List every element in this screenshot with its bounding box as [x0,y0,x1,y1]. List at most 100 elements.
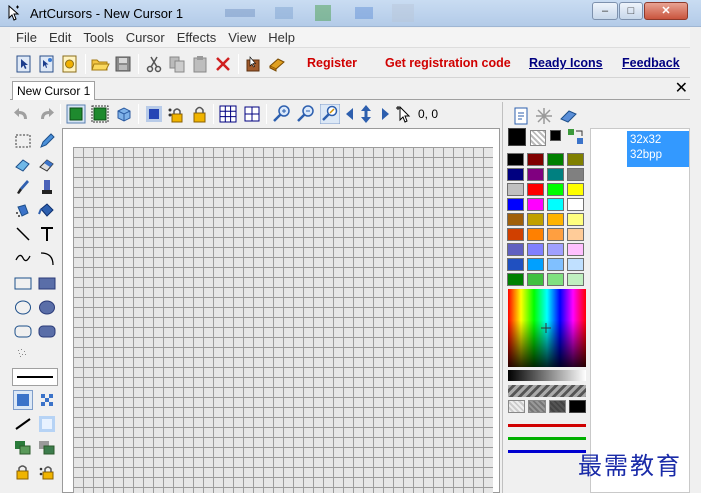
hotspot-cursor-icon[interactable] [394,104,414,124]
maximize-button[interactable]: □ [619,2,643,20]
palette-swatch[interactable] [547,153,564,166]
menu-help[interactable]: Help [262,28,301,48]
lock-icon[interactable] [189,104,209,124]
transparent-color-swatch[interactable] [530,130,546,146]
fill-mode-solid[interactable] [13,390,33,410]
new-animated-cursor-icon[interactable] [37,54,57,74]
palette-swatch[interactable] [547,183,564,196]
text-tool[interactable] [37,224,57,244]
palette-swatch[interactable] [567,153,584,166]
palette-swatch[interactable] [547,273,564,286]
palette-swatch[interactable] [547,228,564,241]
close-tab-button[interactable]: ✕ [675,80,688,98]
palette-swatch[interactable] [567,228,584,241]
zoom-out-icon[interactable] [296,104,316,124]
alpha-swatch[interactable] [568,400,586,413]
line-tool[interactable] [13,224,33,244]
palette-swatch[interactable] [507,198,524,211]
spray-size-icon[interactable] [13,343,33,363]
layer-gray-tool[interactable] [37,438,57,458]
alpha-swatch[interactable] [508,400,526,413]
cut-icon[interactable] [144,54,164,74]
title-bar[interactable]: ArtCursors - New Cursor 1 – □ ✕ [0,0,701,27]
red-slider[interactable] [508,424,586,427]
hotspot-star-icon[interactable] [534,106,554,126]
lock-layer-tool[interactable] [13,462,33,482]
book-icon[interactable] [267,54,287,74]
rectangle-tool[interactable] [13,273,33,293]
layer-green-icon[interactable] [66,104,86,124]
alpha-swatch[interactable] [528,400,546,413]
open-folder-icon[interactable] [90,54,110,74]
pencil-tool[interactable] [37,131,57,151]
palette-swatch[interactable] [527,153,544,166]
palette-swatch[interactable] [567,183,584,196]
size-item-32x32[interactable]: 32x32 32bpp [627,131,689,167]
new-icon-icon[interactable] [60,54,80,74]
line-width-selector[interactable] [12,368,58,386]
fill-mode-pattern[interactable] [37,390,57,410]
filled-rectangle-tool[interactable] [37,273,57,293]
save-icon[interactable] [113,54,133,74]
lock-stars-icon[interactable] [166,104,186,124]
rect-select-tool[interactable] [13,131,33,151]
green-slider[interactable] [508,437,586,440]
palette-swatch[interactable] [527,168,544,181]
3d-box-icon[interactable] [114,104,134,124]
minimize-button[interactable]: – [592,2,618,20]
palette-swatch[interactable] [567,213,584,226]
palette-swatch[interactable] [567,273,584,286]
primary-color-swatch[interactable] [508,128,526,146]
palette-swatch[interactable] [507,273,524,286]
palette-swatch[interactable] [507,213,524,226]
layer-green-tool[interactable] [13,438,33,458]
crosshair-grid-icon[interactable] [242,104,262,124]
palette-swatch[interactable] [547,168,564,181]
palette-swatch[interactable] [507,168,524,181]
brightness-gradient-bar[interactable] [508,370,586,381]
antialias-line-tool[interactable] [13,414,33,434]
zoom-fit-icon[interactable] [320,104,340,124]
brush-tool[interactable] [13,177,33,197]
curve-tool[interactable] [13,248,33,268]
palette-swatch[interactable] [567,168,584,181]
move-right-icon[interactable] [372,104,392,124]
fill-bucket-tool[interactable] [37,200,57,220]
layer-green-selected-icon[interactable] [90,104,110,124]
palette-swatch[interactable] [567,258,584,271]
redo-icon[interactable] [36,104,56,124]
palette-swatch[interactable] [507,153,524,166]
eraser-tool[interactable] [13,154,33,174]
palette-swatch[interactable] [567,243,584,256]
tab-new-cursor-1[interactable]: New Cursor 1 [12,81,96,100]
paint-tube-tool[interactable] [37,177,57,197]
library-icon[interactable] [244,54,264,74]
glow-effect-icon[interactable] [144,104,164,124]
lock-stars-tool[interactable] [37,462,57,482]
palette-swatch[interactable] [527,258,544,271]
rounded-rect-tool[interactable] [13,321,33,341]
menu-tools[interactable]: Tools [77,28,119,48]
color-spectrum-picker[interactable] [508,289,586,367]
get-registration-code-link[interactable]: Get registration code [385,56,511,70]
alpha-gradient-bar[interactable] [508,385,586,397]
palette-swatch[interactable] [527,273,544,286]
filled-ellipse-tool[interactable] [37,297,57,317]
palette-swatch[interactable] [527,183,544,196]
blue-slider[interactable] [508,450,586,453]
palette-swatch[interactable] [527,228,544,241]
palette-swatch[interactable] [567,198,584,211]
paste-icon[interactable] [190,54,210,74]
menu-effects[interactable]: Effects [171,28,223,48]
gradient-fill-tool[interactable] [37,414,57,434]
palette-swatch[interactable] [547,213,564,226]
zoom-in-icon[interactable] [272,104,292,124]
ellipse-tool[interactable] [13,297,33,317]
feedback-link[interactable]: Feedback [622,56,680,70]
palette-swatch[interactable] [547,198,564,211]
menu-view[interactable]: View [222,28,262,48]
palette-swatch[interactable] [527,213,544,226]
close-button[interactable]: ✕ [644,2,688,20]
palette-swatch[interactable] [547,243,564,256]
new-cursor-icon[interactable] [14,54,34,74]
